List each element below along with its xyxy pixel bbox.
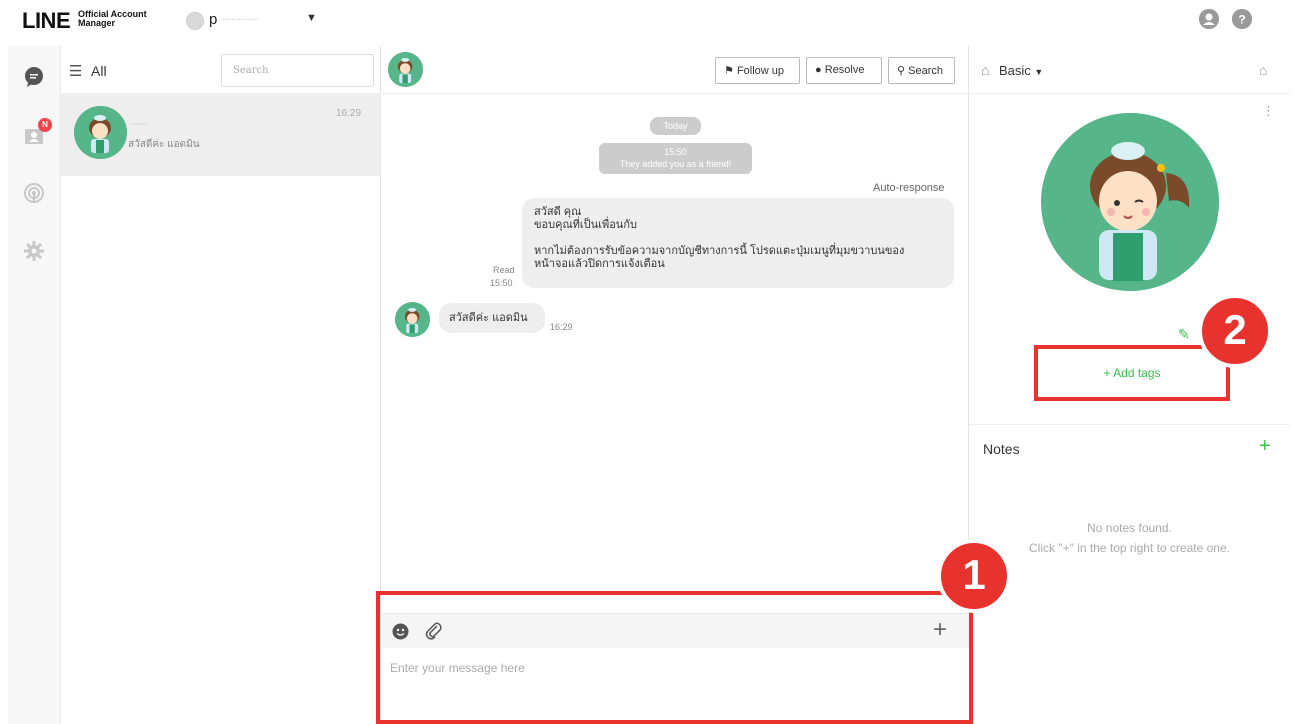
line-logo[interactable]: LINE <box>22 8 71 34</box>
chat-icon[interactable] <box>23 66 45 88</box>
logo-subtitle: Official Account Manager <box>78 10 147 28</box>
incoming-message[interactable]: สวัสดีค่ะ แอดมิน <box>439 303 545 333</box>
read-time: 15:50 <box>490 278 513 288</box>
plan-label: Basic <box>999 63 1031 78</box>
auto-message-line: หากไม่ต้องการรับข้อความจากบัญชีทางการนี้… <box>534 245 905 257</box>
edit-pencil-icon[interactable]: ✎ <box>1178 326 1190 343</box>
sender-avatar[interactable] <box>395 302 430 337</box>
auto-message-spacer <box>534 232 942 245</box>
system-message: 15:50 They added you as a friend! <box>599 143 752 174</box>
chat-list-panel: ☰ All Search ······· สวัสดีค่ะ แอดมิน 16… <box>61 46 381 724</box>
left-navigation: N <box>8 46 61 724</box>
step-marker-2: 2 <box>1198 294 1272 368</box>
system-message-time: 15:50 <box>664 147 687 157</box>
auto-message-line: สวัสดี คุณ <box>534 206 582 218</box>
read-receipt: Read <box>493 265 515 275</box>
auto-message-line: หน้าจอแล้วปิดการแจ้งเตือน <box>534 258 665 270</box>
chat-list-item[interactable]: ······· สวัสดีค่ะ แอดมิน 16:29 <box>61 94 381 176</box>
auto-message-line: ขอบคุณที่เป็นเพื่อนกับ <box>534 219 637 231</box>
resolve-label: Resolve <box>824 64 865 76</box>
date-divider: Today <box>650 117 701 135</box>
auto-response-label: Auto-response <box>873 182 945 194</box>
home-icon: ⌂ <box>981 62 990 78</box>
svg-text:?: ? <box>1238 13 1245 27</box>
chat-contact-name: ······· <box>131 121 148 128</box>
menu-icon[interactable]: ☰ <box>69 62 82 80</box>
plan-dropdown[interactable]: Basic ▼ <box>999 63 1043 78</box>
chevron-down-icon: ▼ <box>1034 67 1044 77</box>
message-time: 16:29 <box>550 322 573 332</box>
contact-avatar[interactable] <box>388 52 423 87</box>
settings-icon[interactable] <box>23 240 45 262</box>
notes-empty-state: No notes found. Click "+" in the top rig… <box>969 518 1290 558</box>
highlight-add-tags <box>1034 345 1230 401</box>
conversation-header: ⚑ Follow up ● Resolve ⚲ Search <box>382 46 969 94</box>
user-icon[interactable] <box>1199 9 1219 29</box>
logo-subtitle-line2: Manager <box>78 18 116 28</box>
chat-timestamp: 16:29 <box>336 108 362 119</box>
help-icon[interactable]: ? <box>1232 9 1252 29</box>
top-bar: LINE Official Account Manager p ········… <box>0 0 1295 44</box>
account-name-rest: ················ <box>222 16 260 23</box>
step-marker-1: 1 <box>937 539 1011 613</box>
highlight-composer <box>376 591 973 724</box>
notes-empty-line1: No notes found. <box>1087 521 1172 535</box>
chat-last-message: สวัสดีค่ะ แอดมิน <box>128 139 200 150</box>
speech-bubble-icon: ● <box>815 64 822 76</box>
chat-list-header: ☰ All Search <box>61 46 381 94</box>
follow-up-label: Follow up <box>736 65 785 77</box>
search-label: Search <box>908 65 943 77</box>
search-button[interactable]: ⚲ Search <box>888 57 955 84</box>
tag-icon: ⚑ <box>724 65 734 77</box>
profile-header: ⌂ Basic ▼ ⌂ <box>969 46 1290 94</box>
notes-empty-line2: Click "+" in the top right to create one… <box>1029 541 1230 555</box>
notification-badge: N <box>38 118 52 132</box>
profile-avatar <box>1041 113 1219 291</box>
chat-search-input[interactable]: Search <box>221 54 374 87</box>
more-options-icon[interactable]: ⋮ <box>1262 104 1275 117</box>
chevron-down-icon[interactable]: ▼ <box>306 12 317 24</box>
add-note-icon[interactable]: + <box>1259 435 1271 458</box>
broadcast-icon[interactable] <box>23 182 45 204</box>
system-message-text: They added you as a friend! <box>619 159 732 169</box>
account-avatar[interactable] <box>186 12 204 30</box>
resolve-button[interactable]: ● Resolve <box>806 57 882 84</box>
home-settings-icon[interactable]: ⌂ <box>1259 62 1267 78</box>
chat-filter-label[interactable]: All <box>91 63 107 79</box>
avatar <box>74 106 127 159</box>
notes-title: Notes <box>983 441 1020 457</box>
follow-up-button[interactable]: ⚑ Follow up <box>715 57 800 84</box>
search-icon: ⚲ <box>897 65 906 77</box>
notes-section: Notes + No notes found. Click "+" in the… <box>969 424 1290 724</box>
account-name[interactable]: p <box>209 11 217 28</box>
auto-response-message[interactable]: สวัสดี คุณ ขอบคุณที่เป็นเพื่อนกับ หากไม่… <box>522 198 954 288</box>
